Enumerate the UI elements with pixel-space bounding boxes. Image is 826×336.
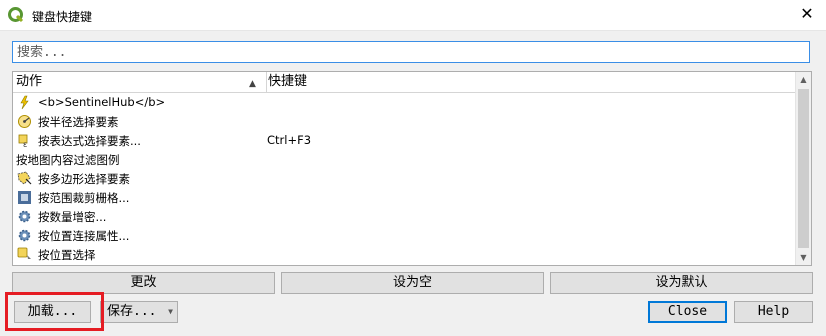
search-input[interactable] <box>12 41 810 63</box>
scroll-up-icon[interactable]: ▲ <box>796 72 811 87</box>
gear-icon <box>18 229 31 242</box>
highlight-box <box>5 292 104 331</box>
tree-row[interactable]: 按位置连接属性... <box>13 226 798 245</box>
select-polygon-icon <box>17 171 32 185</box>
tree-header: 动作 ▲ 快捷键 <box>13 72 798 93</box>
tree-row[interactable]: 按半径选择要素 <box>13 112 798 131</box>
tree-row[interactable]: 按地图内容过滤图例 <box>13 150 798 169</box>
dropdown-arrow-icon: ▼ <box>168 307 173 316</box>
help-button[interactable]: Help <box>734 301 813 323</box>
select-radius-icon <box>18 115 31 128</box>
sort-ascending-icon: ▲ <box>249 79 256 89</box>
gear-icon <box>18 210 31 223</box>
shortcuts-tree[interactable]: 动作 ▲ 快捷键 <b>SentinelHub</b> 按半径选择要素 ε 按表… <box>12 71 812 266</box>
row-action-name: 按数量增密... <box>38 210 107 224</box>
tree-row[interactable]: <b>SentinelHub</b> <box>13 93 798 112</box>
scroll-down-icon[interactable]: ▼ <box>796 250 811 265</box>
save-button[interactable]: 保存... ▼ <box>100 301 178 323</box>
row-action-name: 按多边形选择要素 <box>38 172 130 186</box>
column-header-action[interactable]: 动作 ▲ <box>13 72 267 92</box>
clip-raster-icon <box>18 191 31 204</box>
close-button[interactable]: Close <box>648 301 727 323</box>
tree-row[interactable]: 按位置选择 <box>13 245 798 264</box>
set-default-button[interactable]: 设为默认 <box>550 272 813 294</box>
close-icon[interactable]: ✕ <box>798 5 816 23</box>
tree-row[interactable]: ε 按表达式选择要素... Ctrl+F3 <box>13 131 798 150</box>
change-button[interactable]: 更改 <box>12 272 275 294</box>
vertical-scrollbar[interactable]: ▲ ▼ <box>795 72 811 265</box>
svg-text:ε: ε <box>23 140 27 148</box>
select-location-icon <box>17 247 31 259</box>
tree-row[interactable]: 按多边形选择要素 <box>13 169 798 188</box>
row-action-name: 按位置选择 <box>38 248 96 262</box>
select-expression-icon: ε <box>18 134 28 148</box>
set-none-button[interactable]: 设为空 <box>281 272 544 294</box>
sentinelhub-icon <box>20 95 29 110</box>
row-action-name: 按地图内容过滤图例 <box>16 153 120 167</box>
row-shortcut: Ctrl+F3 <box>267 133 312 147</box>
tree-row[interactable]: 按范围裁剪栅格... <box>13 188 798 207</box>
row-action-name: <b>SentinelHub</b> <box>38 95 166 109</box>
row-action-name: 按位置连接属性... <box>38 229 130 243</box>
tree-row[interactable]: 按数量增密... <box>13 207 798 226</box>
row-action-name: 按表达式选择要素... <box>38 134 141 148</box>
scrollbar-thumb[interactable] <box>798 89 809 248</box>
column-header-shortcut[interactable]: 快捷键 <box>265 72 307 92</box>
row-action-name: 按范围裁剪栅格... <box>38 191 130 205</box>
tree-rows: <b>SentinelHub</b> 按半径选择要素 ε 按表达式选择要素...… <box>13 93 798 264</box>
qgis-logo-icon <box>8 7 24 23</box>
window-title: 键盘快捷键 <box>32 10 93 24</box>
title-bar: 键盘快捷键 ✕ <box>0 0 826 31</box>
row-action-name: 按半径选择要素 <box>38 115 119 129</box>
